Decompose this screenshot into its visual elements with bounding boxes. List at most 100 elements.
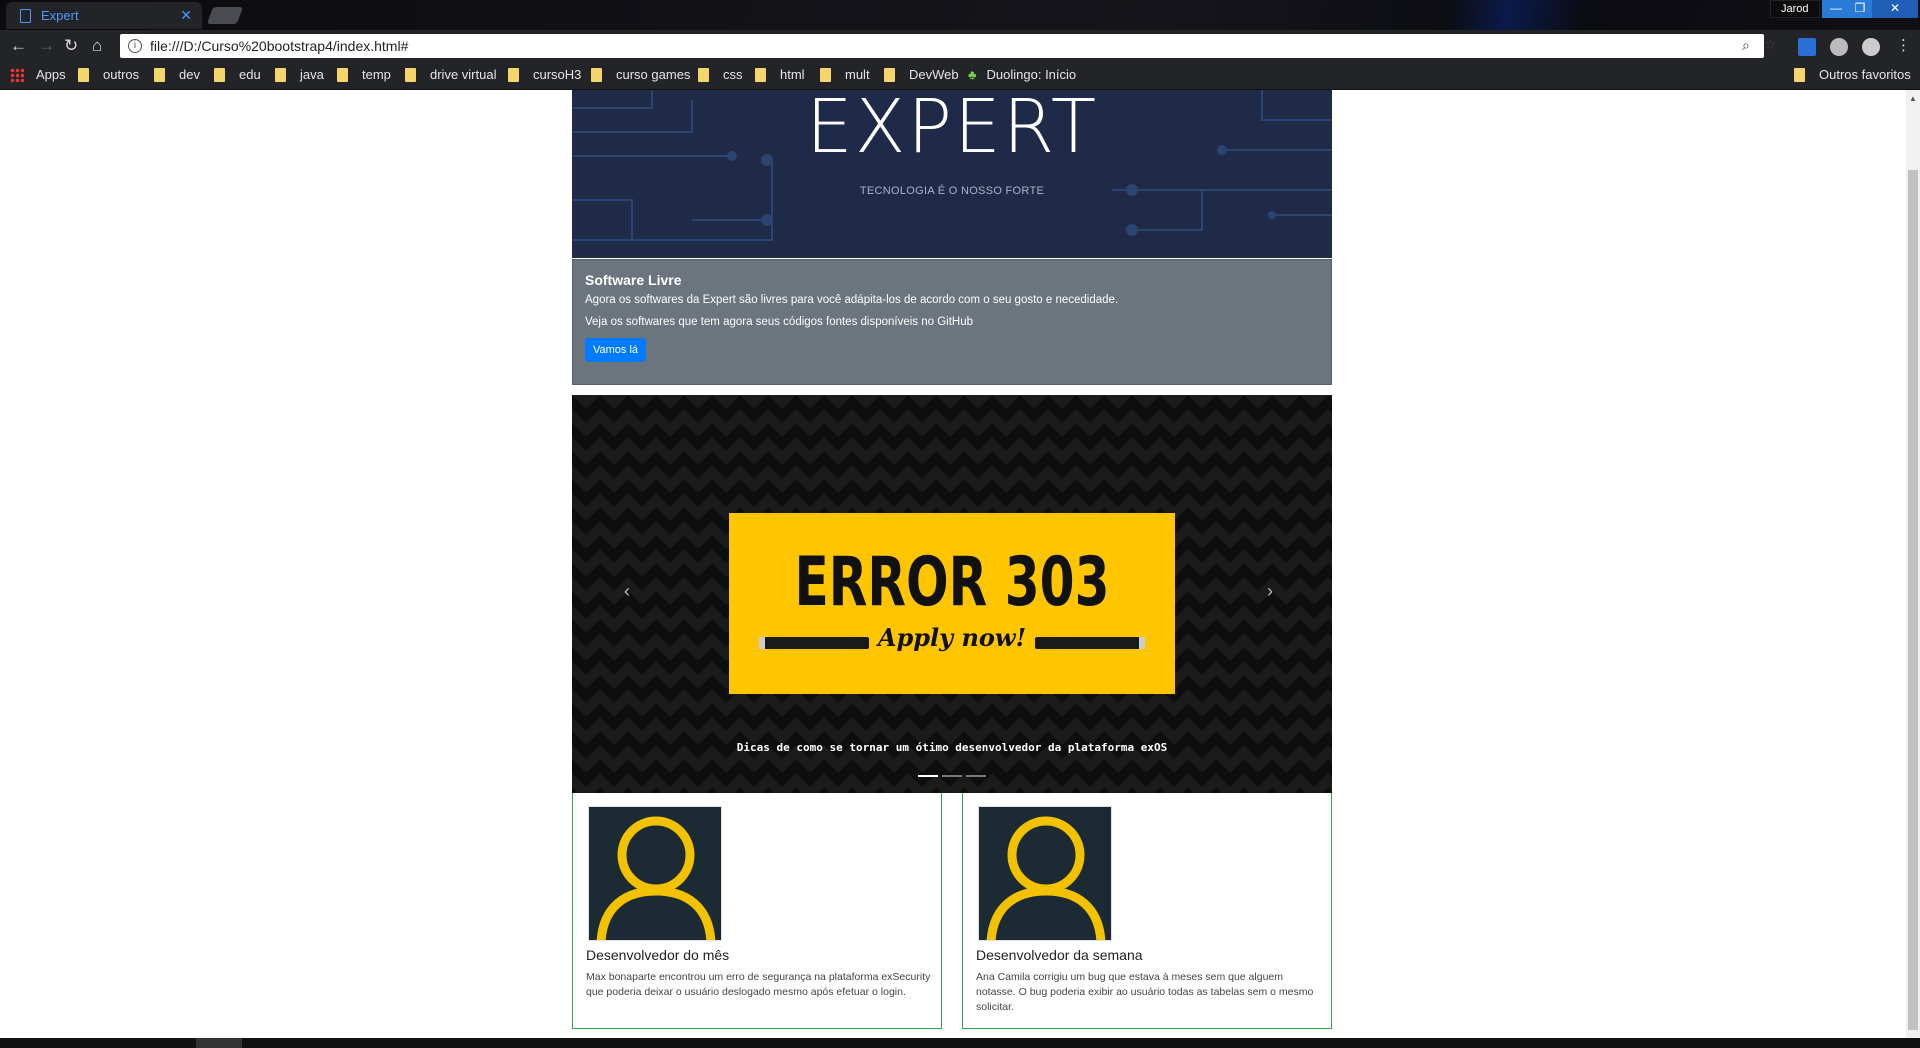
bookmark-label: DevWeb	[909, 67, 959, 82]
bookmark-label: outros	[103, 67, 140, 82]
folder-icon	[78, 67, 89, 82]
brand-tagline: TECNOLOGIA É O NOSSO FORTE	[859, 185, 1045, 197]
bookmark-folder[interactable]: java	[275, 67, 324, 82]
bookmark-star-icon[interactable]: ☆	[1764, 36, 1777, 53]
bookmark-label: Duolingo: Início	[986, 67, 1077, 82]
carousel-prev-icon[interactable]: ‹	[624, 581, 630, 602]
card-title: Desenvolvedor da semana	[976, 947, 1143, 963]
maximize-button[interactable]: ❐	[1846, 0, 1874, 18]
brand-title: EXPERT	[805, 90, 1099, 170]
slide-title: ERROR 303	[794, 543, 1110, 622]
back-icon[interactable]: ←	[10, 36, 27, 56]
carousel-indicator[interactable]	[966, 775, 986, 777]
forward-icon[interactable]: →	[38, 36, 55, 56]
close-window-button[interactable]: ✕	[1872, 0, 1918, 18]
folder-icon	[820, 67, 831, 82]
folder-icon	[884, 67, 895, 82]
translate-extension-icon[interactable]	[1798, 38, 1816, 56]
taskbar-item[interactable]	[196, 1038, 242, 1048]
folder-icon	[1794, 67, 1805, 82]
tab-title: Expert	[41, 8, 79, 23]
bookmark-label: mult	[845, 67, 870, 82]
bookmark-folder[interactable]: dev	[154, 67, 200, 82]
carousel-caption: Dicas de como se tornar um ótimo desenvo…	[736, 741, 1168, 754]
duolingo-owl-icon: ♣	[968, 67, 977, 82]
user-silhouette-icon	[596, 816, 716, 940]
profile-extension-icon[interactable]	[1862, 38, 1880, 56]
jumbotron-text-secondary: Veja os softwares que tem agora seus cód…	[585, 316, 974, 328]
bookmark-folder[interactable]: edu	[214, 67, 261, 82]
avatar	[978, 806, 1112, 941]
folder-icon	[154, 67, 165, 82]
card-text: Ana Camila corrigiu um bug que estava à …	[976, 971, 1314, 1013]
hero-banner: EXPERT TECNOLOGIA É O NOSSO FORTE	[572, 90, 1332, 258]
bookmark-label: temp	[362, 67, 391, 82]
vamos-la-button[interactable]: Vamos lá	[585, 338, 647, 362]
folder-icon	[405, 67, 416, 82]
drive-extension-icon[interactable]	[1830, 38, 1848, 56]
bookmark-apps[interactable]: Apps	[10, 67, 66, 82]
bookmark-folder[interactable]: DevWeb	[884, 67, 959, 82]
folder-icon	[755, 67, 766, 82]
avatar	[588, 806, 722, 941]
jumbotron-heading: Software Livre	[585, 272, 682, 288]
card-text: Max bonaparte encontrou um erro de segur…	[586, 971, 931, 998]
folder-icon	[337, 67, 348, 82]
new-tab-button[interactable]	[206, 7, 244, 24]
carousel-indicators	[918, 775, 986, 777]
bookmark-label: java	[300, 67, 324, 82]
home-icon[interactable]: ⌂	[92, 36, 102, 56]
software-livre-jumbotron: Software Livre Agora os softwares da Exp…	[572, 259, 1332, 385]
reload-icon[interactable]: ↻	[64, 36, 78, 56]
developer-card: Desenvolvedor do mês Max bonaparte encon…	[572, 793, 942, 1029]
folder-icon	[275, 67, 286, 82]
bookmark-folder[interactable]: temp	[337, 67, 391, 82]
bookmark-folder[interactable]: mult	[820, 67, 870, 82]
bookmark-duolingo[interactable]: ♣ Duolingo: Início	[968, 67, 1076, 82]
bookmark-folder[interactable]: drive virtual	[405, 67, 496, 82]
bookmark-folder[interactable]: outros	[78, 67, 139, 82]
bookmark-label: edu	[239, 67, 261, 82]
folder-icon	[698, 67, 709, 82]
tab-expert[interactable]: Expert ✕	[6, 2, 202, 29]
bookmark-folder[interactable]: curso games	[591, 67, 690, 82]
profile-name[interactable]: Jarod	[1770, 0, 1820, 18]
carousel-indicator[interactable]	[918, 775, 938, 777]
page-icon	[20, 8, 31, 23]
bookmark-folder[interactable]: css	[698, 67, 743, 82]
carousel-indicator[interactable]	[942, 775, 962, 777]
bookmark-folder[interactable]: html	[755, 67, 805, 82]
page-scrollbar[interactable]: ▲	[1906, 90, 1920, 1038]
carousel: ERROR 303 Apply now! ‹ › Dicas de como s…	[572, 395, 1332, 793]
address-bar[interactable]: i file:///D:/Curso%20bootstrap4/index.ht…	[120, 34, 1777, 58]
info-icon[interactable]: i	[128, 39, 142, 53]
zoom-icon[interactable]: ⌕	[1742, 37, 1750, 54]
folder-icon	[214, 67, 225, 82]
url-text[interactable]: file:///D:/Curso%20bootstrap4/index.html…	[150, 38, 408, 54]
bookmark-label: drive virtual	[430, 67, 497, 82]
tab-close-icon[interactable]: ✕	[180, 7, 192, 24]
page-viewport: EXPERT TECNOLOGIA É O NOSSO FORTE Softwa…	[0, 90, 1906, 1038]
jumbotron-text: Agora os softwares da Expert são livres …	[585, 294, 1119, 306]
user-silhouette-icon	[986, 816, 1106, 940]
os-taskbar	[0, 1038, 1920, 1048]
menu-icon[interactable]: ⋮	[1896, 36, 1911, 54]
apps-grid-icon	[10, 67, 24, 82]
bookmark-label: css	[723, 67, 743, 82]
carousel-next-icon[interactable]: ›	[1267, 581, 1273, 602]
bookmark-folder[interactable]: cursoH3	[508, 67, 581, 82]
bookmark-label: html	[780, 67, 805, 82]
scroll-up-icon[interactable]: ▲	[1909, 94, 1917, 103]
bookmark-label: Apps	[36, 67, 66, 82]
slide-image: ERROR 303 Apply now!	[729, 513, 1175, 694]
bookmarks-bar: Apps outros dev edu java temp drive virt…	[0, 62, 1920, 90]
browser-chrome: Expert ✕ Jarod — ❐ ✕ ← → ↻ ⌂ i file:///D…	[0, 0, 1920, 90]
folder-icon	[591, 67, 602, 82]
developer-card: Desenvolvedor da semana Ana Camila corri…	[962, 793, 1332, 1029]
bookmark-other[interactable]: Outros favoritos	[1794, 67, 1911, 82]
scrollbar-thumb[interactable]	[1908, 170, 1918, 1030]
bookmark-label: dev	[179, 67, 200, 82]
folder-icon	[508, 67, 519, 82]
bookmark-label: Outros favoritos	[1819, 67, 1911, 82]
card-title: Desenvolvedor do mês	[586, 947, 730, 963]
